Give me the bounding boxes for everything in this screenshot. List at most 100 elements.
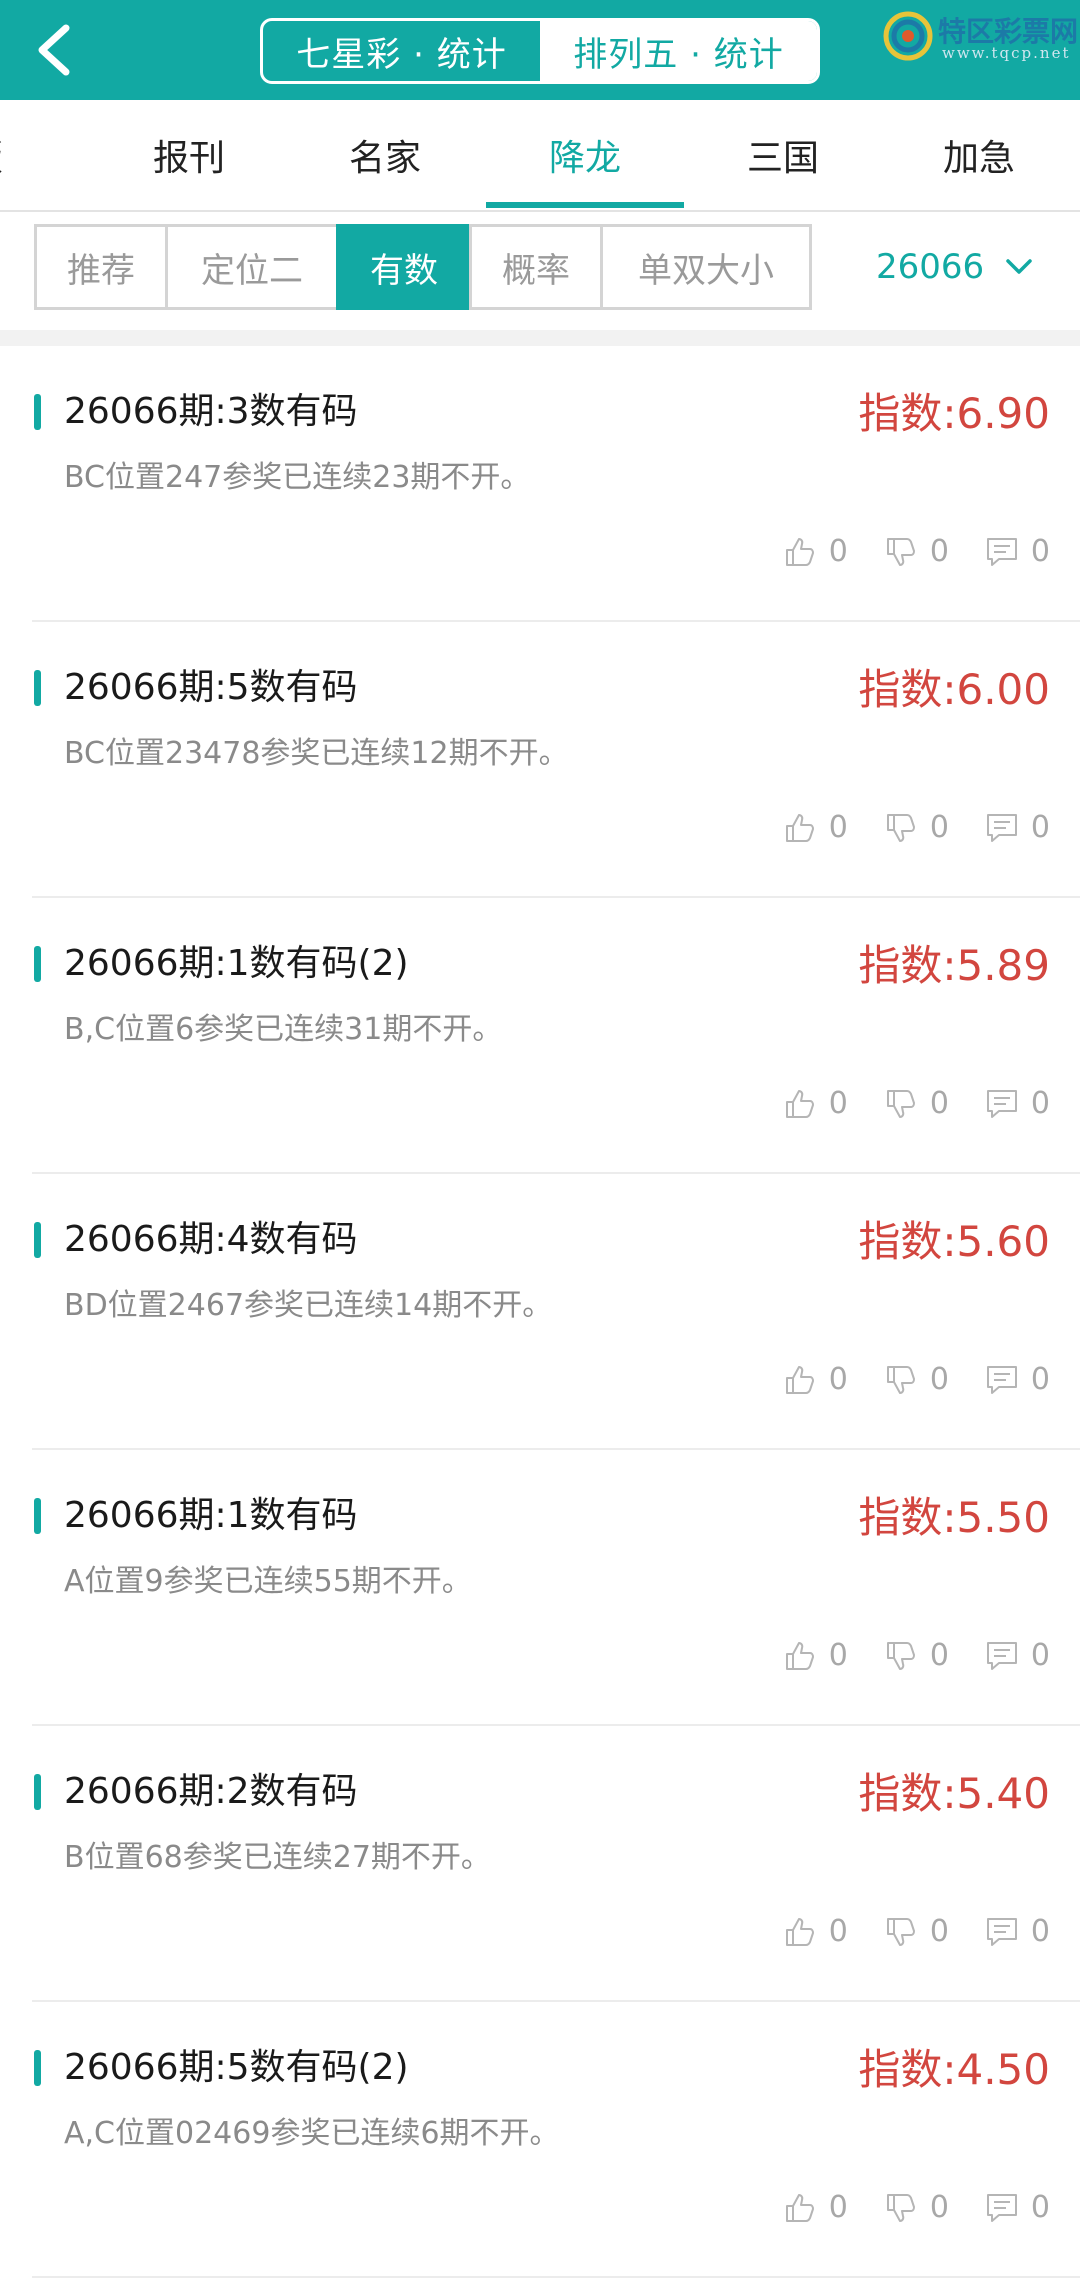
comment-button[interactable]: 0 <box>985 1086 1050 1121</box>
item-index: 指数:5.50 <box>858 1493 1050 1542</box>
item-description: BC位置247参奖已连续23期不开。 <box>64 460 531 495</box>
filter-youshu[interactable]: 有数 <box>336 224 472 310</box>
thumbs-down-icon <box>886 537 915 566</box>
item-accent-bar <box>34 2050 41 2086</box>
back-button[interactable] <box>22 18 86 82</box>
thumbs-down-icon <box>886 1641 915 1670</box>
dislike-button[interactable]: 0 <box>884 1914 949 1949</box>
list-item[interactable]: 26066期:5数有码 指数:6.00 BC位置23478参奖已连续12期不开。 0 0… <box>32 622 1080 898</box>
comment-count: 0 <box>1030 534 1050 569</box>
period-value: 26066 <box>876 247 985 287</box>
dislike-button[interactable]: 0 <box>884 810 949 845</box>
thumbs-up-icon <box>785 1641 814 1670</box>
prediction-list: 26066期:3数有码 指数:6.90 BC位置247参奖已连续23期不开。 0 0 0 2… <box>0 346 1080 2278</box>
tab-jianglong[interactable]: 降龙 <box>486 100 684 210</box>
like-count: 0 <box>828 1362 848 1397</box>
chevron-left-icon <box>38 24 70 76</box>
comment-button[interactable]: 0 <box>985 810 1050 845</box>
filter-gailv[interactable]: 概率 <box>469 224 603 310</box>
dislike-button[interactable]: 0 <box>884 1638 949 1673</box>
comment-icon <box>986 537 1017 566</box>
comment-count: 0 <box>1030 1914 1050 1949</box>
filter-dingweier[interactable]: 定位二 <box>165 224 339 310</box>
list-item[interactable]: 26066期:2数有码 指数:5.40 B位置68参奖已连续27期不开。 0 0 0 <box>32 1726 1080 2002</box>
dislike-button[interactable]: 0 <box>884 534 949 569</box>
item-index: 指数:5.40 <box>858 1769 1050 1818</box>
tab-ban[interactable]: 版 <box>0 100 30 210</box>
like-button[interactable]: 0 <box>783 534 848 569</box>
filter-tuijian[interactable]: 推荐 <box>34 224 168 310</box>
item-accent-bar <box>34 1222 41 1258</box>
list-item[interactable]: 26066期:3数有码 指数:6.90 BC位置247参奖已连续23期不开。 0 0 0 <box>32 346 1080 622</box>
comment-icon <box>986 1641 1017 1670</box>
list-item[interactable]: 26066期:4数有码 指数:5.60 BD位置2467参奖已连续14期不开。 0 0 0 <box>32 1174 1080 1450</box>
like-count: 0 <box>828 1086 848 1121</box>
dislike-count: 0 <box>929 1638 949 1673</box>
comment-button[interactable]: 0 <box>985 1362 1050 1397</box>
list-item[interactable]: 26066期:1数有码 指数:5.50 A位置9参奖已连续55期不开。 0 0 0 <box>32 1450 1080 1726</box>
period-select[interactable]: 26066 <box>876 224 1034 310</box>
dislike-count: 0 <box>929 1914 949 1949</box>
item-accent-bar <box>34 394 41 430</box>
like-button[interactable]: 0 <box>783 1914 848 1949</box>
comment-count: 0 <box>1030 1362 1050 1397</box>
section-divider <box>0 330 1080 346</box>
item-description: A位置9参奖已连续55期不开。 <box>64 1564 472 1599</box>
item-index: 指数:6.00 <box>858 665 1050 714</box>
item-actions: 0 0 0 <box>747 1638 1050 1673</box>
logo-site: www.tqcp.net <box>942 44 1071 62</box>
dislike-count: 0 <box>929 534 949 569</box>
list-item[interactable]: 26066期:5数有码(2) 指数:4.50 A,C位置02469参奖已连续6期不开… <box>32 2002 1080 2278</box>
item-description: BD位置2467参奖已连续14期不开。 <box>64 1288 553 1323</box>
thumbs-up-icon <box>785 537 814 566</box>
dislike-count: 0 <box>929 2190 949 2225</box>
like-button[interactable]: 0 <box>783 1638 848 1673</box>
comment-count: 0 <box>1030 2190 1050 2225</box>
dislike-count: 0 <box>929 810 949 845</box>
comment-button[interactable]: 0 <box>985 2190 1050 2225</box>
filter-danshuangdaxiao[interactable]: 单双大小 <box>600 224 812 310</box>
top-bar: 七星彩 · 统计 排列五 · 统计 特区彩票网 www.tqcp.net <box>0 0 1080 100</box>
filter-tabs: 推荐 定位二 有数 概率 单双大小 <box>34 224 812 310</box>
segment-pailiewu[interactable]: 排列五 · 统计 <box>540 21 817 81</box>
like-button[interactable]: 0 <box>783 2190 848 2225</box>
item-actions: 0 0 0 <box>747 1362 1050 1397</box>
thumbs-up-icon <box>785 1365 814 1394</box>
list-item[interactable]: 26066期:1数有码(2) 指数:5.89 B,C位置6参奖已连续31期不开。 0 0… <box>32 898 1080 1174</box>
dislike-button[interactable]: 0 <box>884 1086 949 1121</box>
thumbs-down-icon <box>886 2193 915 2222</box>
like-count: 0 <box>828 534 848 569</box>
tab-jiaji[interactable]: 加急 <box>910 100 1048 210</box>
item-index: 指数:5.60 <box>858 1217 1050 1266</box>
comment-icon <box>986 1917 1017 1946</box>
like-button[interactable]: 0 <box>783 810 848 845</box>
comment-button[interactable]: 0 <box>985 534 1050 569</box>
like-button[interactable]: 0 <box>783 1086 848 1121</box>
tab-baokan[interactable]: 报刊 <box>120 100 258 210</box>
item-accent-bar <box>34 1774 41 1810</box>
like-button[interactable]: 0 <box>783 1362 848 1397</box>
item-title: 26066期:5数有码(2) <box>64 2047 409 2088</box>
item-actions: 0 0 0 <box>747 1914 1050 1949</box>
item-index: 指数:4.50 <box>858 2045 1050 2094</box>
dislike-button[interactable]: 0 <box>884 1362 949 1397</box>
lottery-switch: 七星彩 · 统计 排列五 · 统计 <box>260 18 820 84</box>
item-title: 26066期:3数有码 <box>64 391 358 432</box>
segment-qixingcai[interactable]: 七星彩 · 统计 <box>263 21 540 81</box>
item-actions: 0 0 0 <box>747 1086 1050 1121</box>
site-logo: 特区彩票网 www.tqcp.net <box>880 6 1078 66</box>
thumbs-up-icon <box>785 813 814 842</box>
chevron-down-icon <box>1006 259 1032 274</box>
like-count: 0 <box>828 810 848 845</box>
tab-mingjia[interactable]: 名家 <box>316 100 454 210</box>
dislike-button[interactable]: 0 <box>884 2190 949 2225</box>
thumbs-up-icon <box>785 1089 814 1118</box>
tab-sanguo[interactable]: 三国 <box>714 100 852 210</box>
comment-button[interactable]: 0 <box>985 1638 1050 1673</box>
thumbs-up-icon <box>785 2193 814 2222</box>
filter-bar: 推荐 定位二 有数 概率 单双大小 26066 <box>0 212 1080 340</box>
logo-swirl-icon <box>883 11 933 61</box>
item-index: 指数:5.89 <box>858 941 1050 990</box>
dislike-count: 0 <box>929 1086 949 1121</box>
comment-button[interactable]: 0 <box>985 1914 1050 1949</box>
